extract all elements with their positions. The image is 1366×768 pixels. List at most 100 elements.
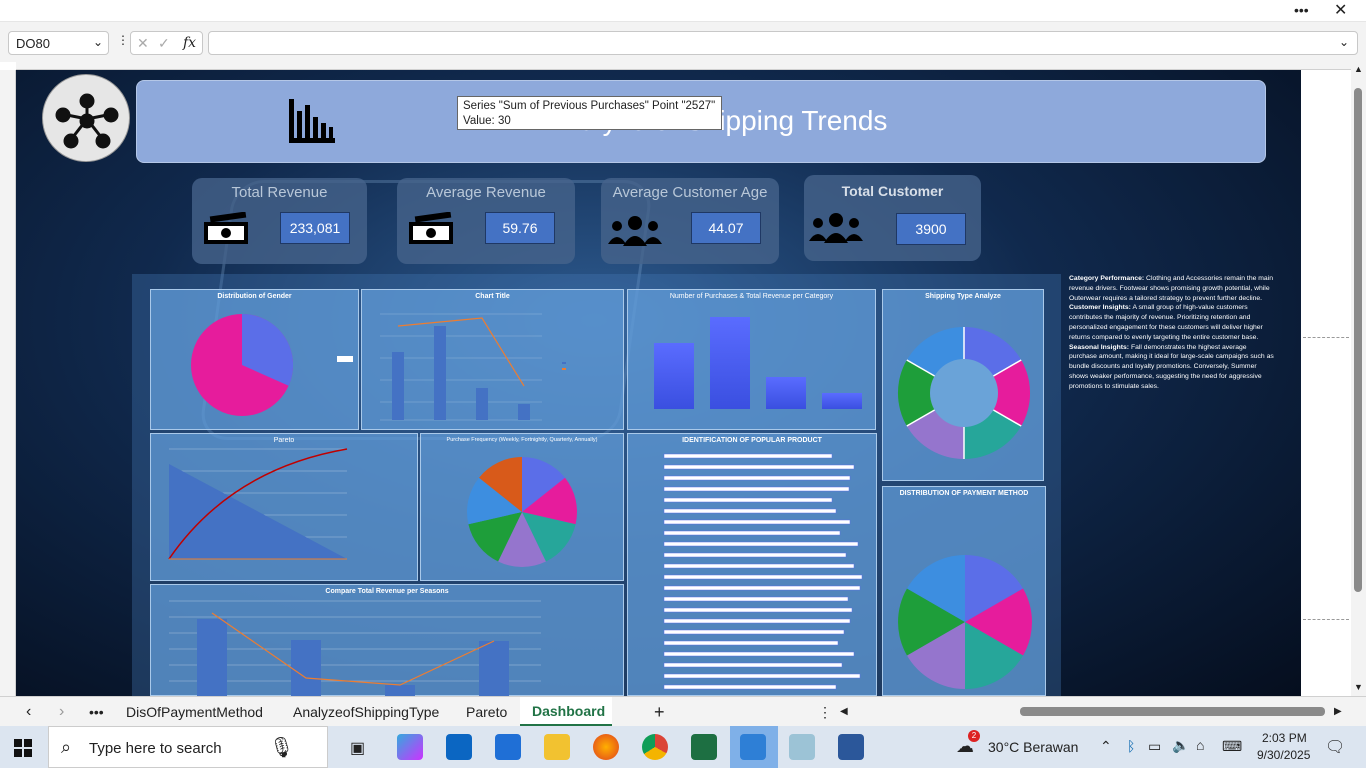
drag-handle-icon[interactable]: ⋮ — [117, 33, 129, 47]
insight-category: Category Performance: Clothing and Acces… — [1069, 274, 1274, 303]
chart-title: DISTRIBUTION OF PAYMENT METHOD — [899, 490, 1029, 497]
kpi-total-revenue: Total Revenue 233,081 — [192, 178, 367, 264]
word-icon[interactable] — [838, 734, 864, 760]
file-explorer-icon[interactable] — [544, 734, 570, 760]
chart-tooltip: Series "Sum of Previous Purchases" Point… — [457, 96, 722, 130]
category-bar-svg — [654, 317, 862, 409]
name-box[interactable]: DO80 ⌄ — [8, 31, 109, 55]
prev-sheet-icon[interactable]: ‹ — [26, 697, 31, 727]
clock-time[interactable]: 2:03 PM — [1262, 731, 1307, 745]
tab-options-icon[interactable]: ⋮ — [818, 697, 832, 727]
purchase-frequency-chart[interactable]: Purchase Frequency (Weekly, Fortnightly,… — [420, 433, 624, 581]
windows-start-icon[interactable] — [14, 739, 32, 757]
tab-analyze-of-shipping-type[interactable]: AnalyzeofShippingType — [293, 697, 439, 727]
scroll-up-icon[interactable]: ▲ — [1354, 64, 1363, 74]
scroll-right-icon[interactable]: ▶ — [1334, 697, 1342, 727]
gender-chart[interactable]: Distribution of Gender — [150, 289, 359, 430]
tooltip-series: Series "Sum of Previous Purchases" Point… — [463, 100, 716, 112]
bar-accessories — [392, 352, 404, 420]
tab-dis-of-payment-method[interactable]: DisOfPaymentMethod — [126, 697, 263, 727]
insight-head: Seasonal Insights: — [1069, 343, 1130, 351]
legend-control[interactable] — [337, 356, 353, 362]
close-icon[interactable]: ✕ — [1334, 0, 1347, 20]
sheet-blank-area[interactable] — [1301, 70, 1351, 696]
kpi-value: 44.07 — [691, 212, 761, 244]
insight-customer: Customer Insights: A small group of high… — [1069, 303, 1274, 342]
battery-icon[interactable]: ▭ — [1148, 738, 1161, 755]
notification-icon[interactable]: 🗨 — [1325, 737, 1345, 757]
bar-outerwear — [822, 393, 862, 409]
tooltip-value: Value: 30 — [463, 115, 511, 127]
outlook-icon[interactable] — [446, 734, 472, 760]
task-view-icon[interactable]: ▣ — [350, 738, 365, 758]
bluetooth-icon[interactable]: ᛒ — [1127, 738, 1135, 754]
chevron-down-icon[interactable]: ⌄ — [93, 35, 103, 49]
bar-spring — [291, 640, 321, 696]
tab-dashboard-label: Dashboard — [532, 703, 606, 719]
search-placeholder: Type here to search — [89, 740, 222, 757]
chart-title: Purchase Frequency (Weekly, Fortnightly,… — [446, 437, 598, 443]
line-series — [397, 317, 525, 387]
payment-pie — [898, 555, 1032, 689]
insert-function-button[interactable]: fx — [183, 35, 196, 51]
bar-clothing — [710, 317, 750, 409]
vertical-scrollbar[interactable]: ▲ ▼ — [1351, 62, 1366, 696]
money-icon — [204, 212, 248, 244]
frequency-pie — [467, 457, 577, 567]
payment-method-chart[interactable]: DISTRIBUTION OF PAYMENT METHOD — [882, 486, 1046, 696]
chart-title: Shipping Type Analyze — [925, 293, 1001, 300]
kpi-label: Average Revenue — [426, 184, 546, 201]
tray-chevron-icon[interactable]: ⌃ — [1100, 738, 1112, 755]
cancel-icon[interactable]: ✕ — [137, 35, 149, 52]
taskbar-search[interactable]: ⌕ Type here to search 🎙 — [48, 726, 328, 768]
bar-outerwear — [518, 404, 530, 420]
copilot-icon[interactable] — [397, 734, 423, 760]
clock-date[interactable]: 9/30/2025 — [1257, 748, 1310, 762]
seasons-revenue-chart[interactable]: Compare Total Revenue per Seasons — [150, 584, 624, 696]
weather-text[interactable]: 30°C Berawan — [988, 739, 1078, 755]
chrome-icon[interactable] — [642, 734, 668, 760]
formula-input[interactable]: ⌄ — [208, 31, 1358, 55]
horizontal-scroll-thumb[interactable] — [1020, 707, 1325, 716]
kpi-label: Total Revenue — [231, 184, 328, 201]
shipping-type-chart[interactable]: Shipping Type Analyze — [882, 289, 1044, 481]
store-icon[interactable] — [495, 734, 521, 760]
more-options-icon[interactable]: ••• — [1294, 2, 1309, 18]
formula-bar: DO80 ⌄ ⋮ ✕ ✓ fx ⌄ — [0, 22, 1366, 62]
check-icon[interactable]: ✓ — [158, 35, 170, 52]
combo-chart-svg — [380, 313, 566, 421]
category-revenue-chart[interactable]: Number of Purchases & Total Revenue per … — [627, 289, 876, 430]
volume-icon[interactable]: 🔈 — [1172, 737, 1189, 754]
add-sheet-icon[interactable]: + — [654, 697, 665, 727]
insights-text: Category Performance: Clothing and Acces… — [1069, 274, 1274, 392]
firefox-icon[interactable] — [593, 734, 619, 760]
pareto-svg — [168, 448, 348, 560]
excel-icon[interactable] — [691, 734, 717, 760]
pareto-chart[interactable]: Pareto — [150, 433, 418, 581]
scroll-left-icon[interactable]: ◀ — [840, 697, 848, 727]
photos-icon[interactable] — [740, 734, 766, 760]
kpi-label: Total Customer — [841, 183, 944, 199]
scroll-thumb[interactable] — [1354, 88, 1362, 592]
kpi-total-customer: Total Customer 3900 — [804, 175, 981, 261]
network-icon — [55, 93, 119, 149]
search-icon: ⌕ — [61, 737, 72, 757]
network-icon[interactable]: ⌂ — [1196, 737, 1204, 753]
kpi-value: 233,081 — [280, 212, 350, 244]
insight-seasonal: Seasonal Insights: Fall demonstrates the… — [1069, 343, 1274, 392]
sheet-tab-bar: ‹ › ••• DisOfPaymentMethod AnalyzeofShip… — [0, 696, 1366, 727]
logo — [42, 74, 130, 162]
tab-pareto[interactable]: Pareto — [466, 697, 507, 727]
tab-dashboard[interactable]: Dashboard — [520, 697, 612, 727]
expand-icon[interactable]: ⌄ — [1339, 35, 1349, 49]
category-combo-chart[interactable]: Chart Title — [361, 289, 624, 430]
kpi-value: 3900 — [896, 213, 966, 245]
notepad-icon[interactable] — [789, 734, 815, 760]
bar-accessories — [654, 343, 694, 409]
next-sheet-icon[interactable]: › — [59, 697, 64, 727]
popular-product-chart[interactable]: IDENTIFICATION OF POPULAR PRODUCT — [627, 433, 877, 696]
scroll-down-icon[interactable]: ▼ — [1354, 682, 1363, 692]
more-sheets-icon[interactable]: ••• — [89, 697, 104, 727]
keyboard-icon[interactable]: ⌨ — [1222, 738, 1242, 755]
insight-head: Category Performance: — [1069, 275, 1145, 282]
